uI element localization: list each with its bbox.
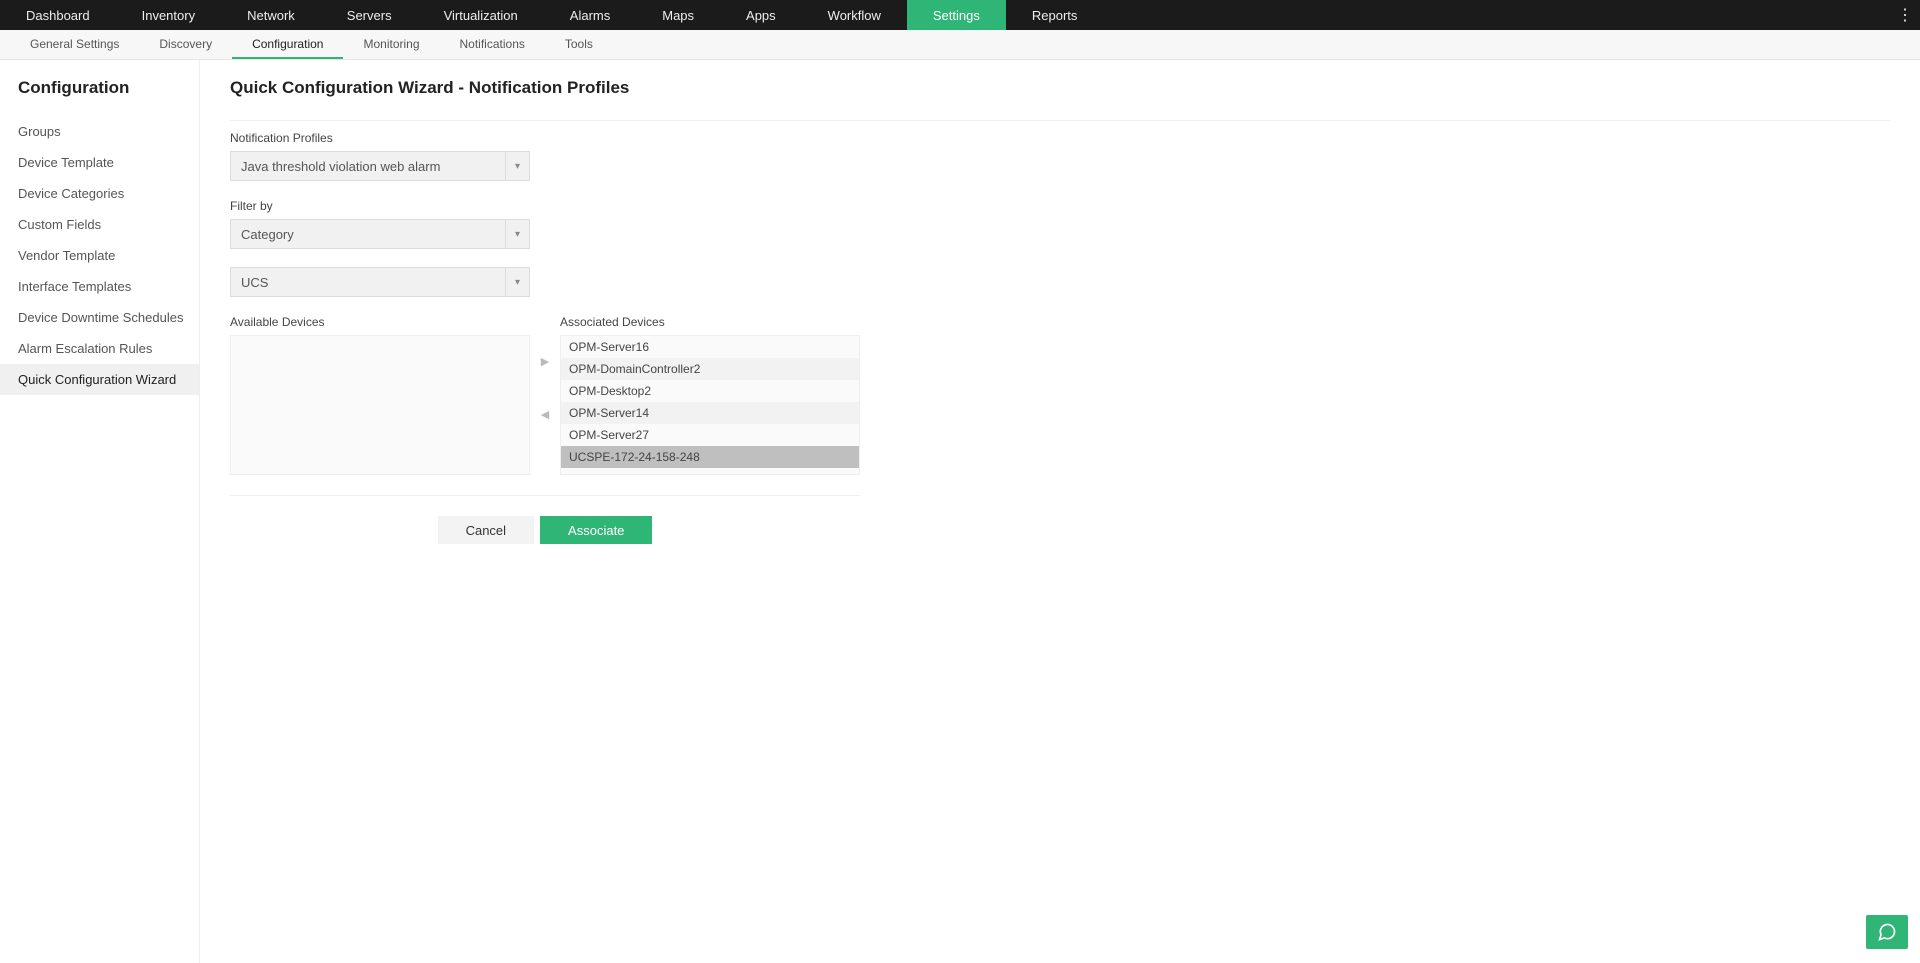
filter-value-dropdown[interactable]: UCS ▾ bbox=[230, 267, 530, 297]
chat-icon bbox=[1877, 922, 1897, 942]
associate-button[interactable]: Associate bbox=[540, 516, 652, 544]
subnav-item-monitoring[interactable]: Monitoring bbox=[343, 30, 439, 59]
sub-nav: General SettingsDiscoveryConfigurationMo… bbox=[0, 30, 1920, 60]
associated-devices-list[interactable]: OPM-Server16OPM-DomainController2OPM-Des… bbox=[560, 335, 860, 475]
list-item[interactable]: OPM-Server16 bbox=[561, 336, 859, 358]
sidebar-item-device-categories[interactable]: Device Categories bbox=[18, 178, 199, 209]
move-left-icon[interactable]: ◀ bbox=[541, 408, 549, 421]
list-item[interactable]: OPM-Desktop2 bbox=[561, 380, 859, 402]
sidebar: Configuration GroupsDevice TemplateDevic… bbox=[0, 60, 200, 963]
sidebar-title: Configuration bbox=[18, 78, 199, 98]
dropdown-value: Category bbox=[231, 220, 505, 248]
sidebar-item-alarm-escalation-rules[interactable]: Alarm Escalation Rules bbox=[18, 333, 199, 364]
filter-by-dropdown[interactable]: Category ▾ bbox=[230, 219, 530, 249]
sidebar-item-device-template[interactable]: Device Template bbox=[18, 147, 199, 178]
topnav-item-network[interactable]: Network bbox=[221, 0, 321, 30]
notification-profiles-dropdown[interactable]: Java threshold violation web alarm ▾ bbox=[230, 151, 530, 181]
topnav-item-virtualization[interactable]: Virtualization bbox=[418, 0, 544, 30]
dropdown-value: Java threshold violation web alarm bbox=[231, 152, 505, 180]
more-menu-icon[interactable]: ⋮ bbox=[1890, 0, 1920, 30]
topnav-item-settings[interactable]: Settings bbox=[907, 0, 1006, 30]
device-picker: Available Devices ▶ ◀ Associated Devices… bbox=[230, 315, 860, 475]
available-devices-label: Available Devices bbox=[230, 315, 530, 329]
list-item[interactable]: UCSPE-172-24-158-248 bbox=[561, 446, 859, 468]
sidebar-item-device-downtime-schedules[interactable]: Device Downtime Schedules bbox=[18, 302, 199, 333]
subnav-item-notifications[interactable]: Notifications bbox=[440, 30, 545, 59]
divider bbox=[230, 120, 1890, 121]
chevron-down-icon: ▾ bbox=[505, 220, 529, 248]
topnav-item-dashboard[interactable]: Dashboard bbox=[0, 0, 116, 30]
topnav-item-alarms[interactable]: Alarms bbox=[544, 0, 636, 30]
move-right-icon[interactable]: ▶ bbox=[541, 355, 549, 368]
notification-profiles-label: Notification Profiles bbox=[230, 131, 1890, 145]
topnav-item-servers[interactable]: Servers bbox=[321, 0, 418, 30]
divider bbox=[230, 495, 860, 496]
subnav-item-general-settings[interactable]: General Settings bbox=[10, 30, 139, 59]
available-devices-list[interactable] bbox=[230, 335, 530, 475]
subnav-item-configuration[interactable]: Configuration bbox=[232, 30, 343, 59]
top-nav: DashboardInventoryNetworkServersVirtuali… bbox=[0, 0, 1920, 30]
associated-devices-label: Associated Devices bbox=[560, 315, 860, 329]
chevron-down-icon: ▾ bbox=[505, 152, 529, 180]
sidebar-item-quick-configuration-wizard[interactable]: Quick Configuration Wizard bbox=[0, 364, 199, 395]
main-content: Quick Configuration Wizard - Notificatio… bbox=[200, 60, 1920, 963]
chat-button[interactable] bbox=[1866, 915, 1908, 949]
topnav-item-apps[interactable]: Apps bbox=[720, 0, 802, 30]
page-title: Quick Configuration Wizard - Notificatio… bbox=[230, 78, 1890, 98]
topnav-item-workflow[interactable]: Workflow bbox=[802, 0, 907, 30]
dropdown-value: UCS bbox=[231, 268, 505, 296]
sidebar-item-interface-templates[interactable]: Interface Templates bbox=[18, 271, 199, 302]
chevron-down-icon: ▾ bbox=[505, 268, 529, 296]
subnav-item-discovery[interactable]: Discovery bbox=[139, 30, 232, 59]
topnav-item-reports[interactable]: Reports bbox=[1006, 0, 1104, 30]
sidebar-item-groups[interactable]: Groups bbox=[18, 116, 199, 147]
list-item[interactable]: OPM-Server27 bbox=[561, 424, 859, 446]
cancel-button[interactable]: Cancel bbox=[438, 516, 534, 544]
topnav-item-maps[interactable]: Maps bbox=[636, 0, 720, 30]
topnav-item-inventory[interactable]: Inventory bbox=[116, 0, 221, 30]
sidebar-item-custom-fields[interactable]: Custom Fields bbox=[18, 209, 199, 240]
list-item[interactable]: OPM-DomainController2 bbox=[561, 358, 859, 380]
filter-by-label: Filter by bbox=[230, 199, 1890, 213]
list-item[interactable]: OPM-Server14 bbox=[561, 402, 859, 424]
sidebar-item-vendor-template[interactable]: Vendor Template bbox=[18, 240, 199, 271]
subnav-item-tools[interactable]: Tools bbox=[545, 30, 613, 59]
